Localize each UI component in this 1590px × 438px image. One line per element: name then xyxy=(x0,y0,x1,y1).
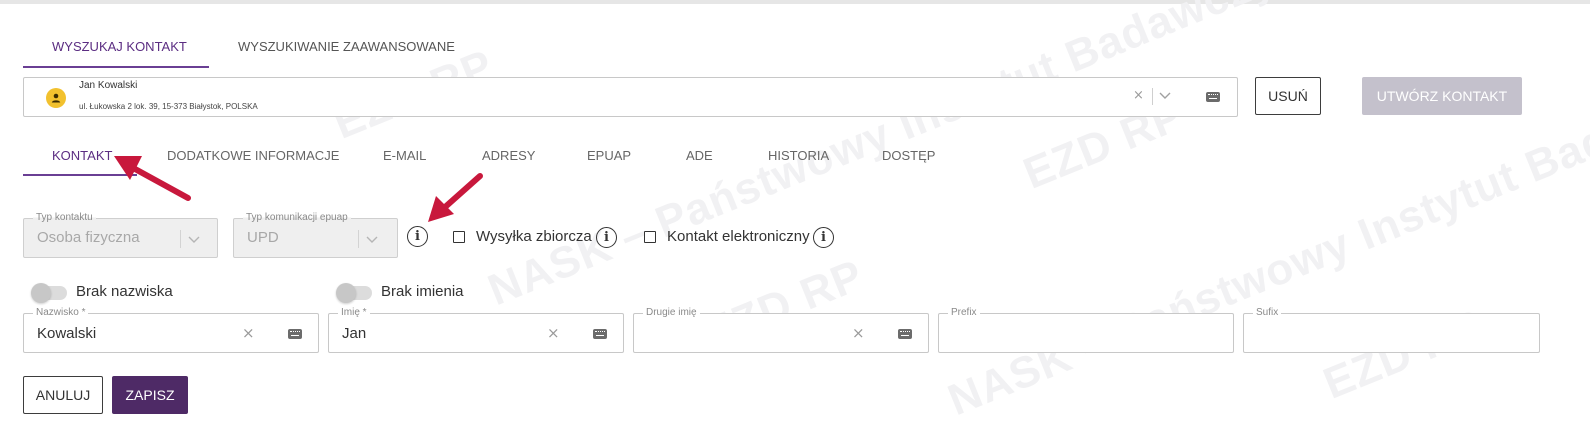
no-first-name-label: Brak imienia xyxy=(381,283,464,300)
tab-advanced-search[interactable]: WYSZUKIWANIE ZAAWANSOWANE xyxy=(238,39,455,54)
tab-e-mail[interactable]: E-MAIL xyxy=(383,148,426,163)
surname-field[interactable]: Nazwisko * Kowalski × xyxy=(23,307,319,353)
close-icon[interactable]: × xyxy=(242,324,255,342)
separator xyxy=(1152,88,1153,105)
second-name-field[interactable]: Drugie imię × xyxy=(633,307,929,353)
suffix-field[interactable]: Sufix xyxy=(1243,307,1540,353)
electronic-contact-checkbox[interactable] xyxy=(644,231,656,243)
surname-label: Nazwisko * xyxy=(33,307,89,318)
keyboard-icon[interactable] xyxy=(898,329,912,339)
close-icon[interactable]: × xyxy=(852,324,865,342)
electronic-contact-label: Kontakt elektroniczny xyxy=(667,228,810,245)
second-name-label: Drugie imię xyxy=(643,307,700,318)
info-icon[interactable]: i xyxy=(596,227,617,248)
person-icon xyxy=(46,88,66,108)
surname-value: Kowalski xyxy=(37,325,97,342)
annotation-arrow-icon xyxy=(428,173,483,222)
tab-dostep[interactable]: DOSTĘP xyxy=(882,148,935,163)
no-surname-label: Brak nazwiska xyxy=(76,283,173,300)
prefix-label: Prefix xyxy=(948,307,980,318)
close-icon[interactable]: × xyxy=(547,324,560,342)
chevron-down-icon xyxy=(188,236,200,243)
contact-search-select[interactable]: Jan Kowalski ul. Łukowska 2 lok. 39, 15-… xyxy=(23,77,1238,117)
active-section-tab-indicator xyxy=(23,174,137,176)
epuap-type-select[interactable]: Typ komunikacji epuap UPD xyxy=(233,212,398,258)
contact-type-select[interactable]: Typ kontaktu Osoba fizyczna xyxy=(23,212,218,258)
contact-type-value: Osoba fizyczna xyxy=(37,229,140,246)
delete-button[interactable]: USUŃ xyxy=(1255,77,1321,115)
separator xyxy=(358,230,359,248)
tab-search-contact[interactable]: WYSZUKAJ KONTAKT xyxy=(52,39,187,54)
tab-historia[interactable]: HISTORIA xyxy=(768,148,829,163)
top-border xyxy=(0,0,1590,4)
no-surname-toggle[interactable] xyxy=(31,283,67,303)
tab-dodatkowe-informacje[interactable]: DODATKOWE INFORMACJE xyxy=(167,148,339,163)
first-name-value: Jan xyxy=(342,325,367,342)
bulk-mailing-label: Wysyłka zbiorcza xyxy=(476,228,592,245)
epuap-type-value: UPD xyxy=(247,229,279,246)
keyboard-icon[interactable] xyxy=(1206,92,1220,102)
keyboard-icon[interactable] xyxy=(288,329,302,339)
create-contact-button[interactable]: UTWÓRZ KONTAKT xyxy=(1362,77,1522,115)
tab-kontakt[interactable]: KONTAKT xyxy=(52,148,112,163)
prefix-field[interactable]: Prefix xyxy=(938,307,1234,353)
first-name-label: Imię * xyxy=(338,307,370,318)
tab-epuap[interactable]: EPUAP xyxy=(587,148,631,163)
bulk-mailing-checkbox[interactable] xyxy=(453,231,465,243)
watermark-text: NASK – Państwowy Instytut Badawczy xyxy=(941,63,1590,426)
chevron-down-icon[interactable] xyxy=(1159,91,1171,101)
cancel-button[interactable]: ANULUJ xyxy=(23,376,103,414)
active-tab-indicator xyxy=(23,66,209,68)
info-icon[interactable]: i xyxy=(407,226,428,247)
no-first-name-toggle[interactable] xyxy=(336,283,372,303)
contact-type-label: Typ kontaktu xyxy=(33,212,96,223)
first-name-field[interactable]: Imię * Jan × xyxy=(328,307,624,353)
chevron-down-icon xyxy=(366,236,378,243)
close-icon[interactable]: × xyxy=(1133,88,1144,103)
suffix-label: Sufix xyxy=(1253,307,1282,318)
epuap-type-label: Typ komunikacji epuap xyxy=(243,212,351,223)
separator xyxy=(180,230,181,248)
selected-contact-address: ul. Łukowska 2 lok. 39, 15-373 Białystok… xyxy=(79,102,258,111)
save-button[interactable]: ZAPISZ xyxy=(112,376,188,414)
info-icon[interactable]: i xyxy=(813,227,834,248)
keyboard-icon[interactable] xyxy=(593,329,607,339)
tab-adresy[interactable]: ADRESY xyxy=(482,148,535,163)
tab-ade[interactable]: ADE xyxy=(686,148,713,163)
selected-contact-name: Jan Kowalski xyxy=(79,80,138,91)
